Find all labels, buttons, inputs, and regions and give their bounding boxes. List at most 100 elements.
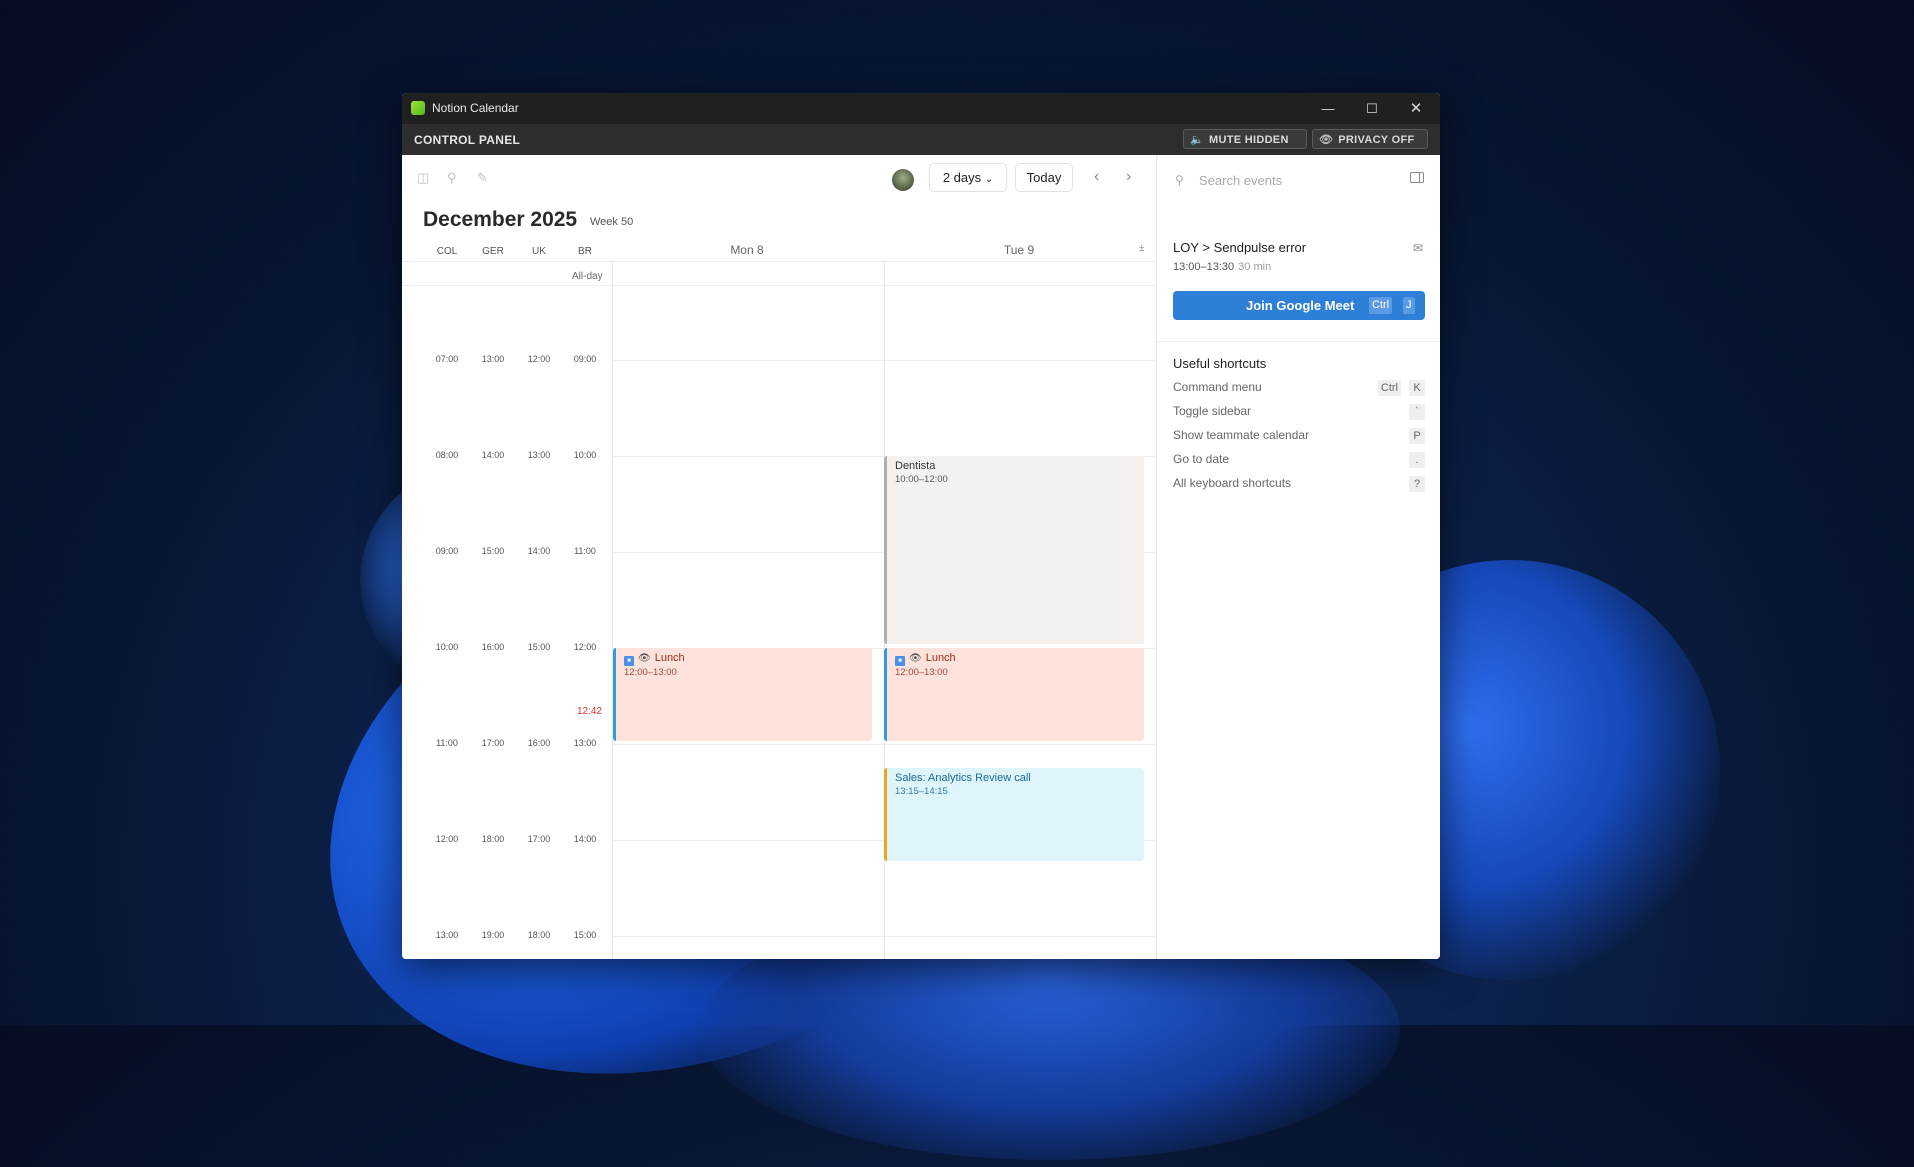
time-label: 14:00 [527, 546, 551, 556]
shortcut-row: Toggle sidebar ` [1173, 404, 1425, 422]
eye-icon: 👁 [638, 653, 651, 664]
time-label: 09:00 [435, 546, 459, 556]
kbd-key: K [1409, 380, 1425, 396]
today-button[interactable]: Today [1015, 163, 1073, 192]
event-dentista[interactable]: Dentista 10:00–12:00 [884, 456, 1144, 644]
event-title: Sales: Analytics Review call [895, 772, 1031, 784]
allday-label: All-day [572, 271, 603, 282]
time-label: 18:00 [527, 930, 551, 940]
shortcut-label: Toggle sidebar [1173, 404, 1252, 418]
join-google-meet-button[interactable]: Join Google Meet Ctrl J [1173, 291, 1425, 320]
calendar-icon: ■ [895, 656, 905, 666]
event-time: 12:00–13:00 [895, 667, 948, 678]
compose-icon[interactable]: ✎ [477, 170, 488, 186]
kbd-j: J [1403, 297, 1415, 314]
gutter-line [612, 261, 613, 959]
avatar[interactable] [892, 169, 914, 191]
time-label: 09:00 [573, 354, 597, 364]
range-label: 2 days [942, 170, 982, 185]
event-time: 13:15–14:15 [895, 786, 948, 797]
time-label: 13:00 [527, 450, 551, 460]
window-title: Notion Calendar [432, 101, 519, 115]
join-label: Join Google Meet [1246, 298, 1355, 313]
divider [402, 285, 1156, 286]
event-title: Dentista [895, 460, 936, 472]
time-label: 15:00 [527, 642, 551, 652]
chevron-down-icon: ⌄ [984, 174, 994, 185]
mute-hidden-label: MUTE HIDDEN [1209, 134, 1289, 146]
event-lunch-tue[interactable]: ■ 👁 Lunch 12:00–13:00 [884, 648, 1144, 741]
current-time-indicator: 12:42 [576, 706, 602, 717]
control-panel-title: CONTROL PANEL [414, 133, 521, 147]
app-window: Notion Calendar — ☐ ✕ CONTROL PANEL 🔈 MUT… [402, 93, 1440, 959]
event-sales-review[interactable]: Sales: Analytics Review call 13:15–14:15 [884, 768, 1144, 861]
chevron-left-icon[interactable]: ‹ [1094, 168, 1099, 186]
chevron-right-icon[interactable]: › [1126, 168, 1131, 186]
kbd-key: P [1409, 428, 1425, 444]
panel-toggle-icon[interactable] [1410, 172, 1424, 183]
mute-hidden-button[interactable]: 🔈 MUTE HIDDEN [1183, 129, 1307, 149]
eye-icon: 👁 [1319, 134, 1334, 146]
kbd-key: . [1409, 452, 1425, 468]
divider [402, 261, 1156, 262]
time-label: 07:00 [435, 354, 459, 364]
shortcut-row: Command menu Ctrl K [1173, 380, 1425, 398]
control-panel-bar: CONTROL PANEL 🔈 MUTE HIDDEN 👁 PRIVACY OFF [402, 124, 1440, 155]
event-lunch-mon[interactable]: ■ 👁 Lunch 12:00–13:00 [613, 648, 872, 741]
event-title: Lunch [654, 652, 685, 664]
month-title: December 2025 [423, 208, 578, 231]
shortcut-label: All keyboard shortcuts [1173, 476, 1292, 490]
shortcut-label: Go to date [1173, 452, 1230, 466]
day-header-tue[interactable]: Tue 9 [884, 243, 1154, 257]
time-label: 14:00 [573, 834, 597, 844]
search-icon[interactable]: ⚲ [447, 170, 457, 186]
event-time: 10:00–12:00 [895, 474, 948, 485]
time-label: 14:00 [481, 450, 505, 460]
event-time: 12:00–13:00 [624, 667, 677, 678]
time-label: 15:00 [481, 546, 505, 556]
speaker-icon: 🔈 [1190, 134, 1204, 146]
time-label: 13:00 [435, 930, 459, 940]
kbd-key: ? [1409, 476, 1425, 492]
time-label: 11:00 [436, 738, 458, 748]
close-icon[interactable]: ✕ [1394, 93, 1438, 124]
day-header-mon[interactable]: Mon 8 [612, 243, 882, 257]
time-label: 16:00 [527, 738, 551, 748]
event-title: Lunch [925, 652, 956, 664]
privacy-off-label: PRIVACY OFF [1338, 134, 1415, 146]
time-label: 12:00 [435, 834, 459, 844]
event-detail-range: 13:00–13:30 [1173, 261, 1235, 273]
time-label: 19:00 [481, 930, 505, 940]
tz-uk: UK [532, 246, 546, 257]
time-label: 11:00 [574, 546, 596, 556]
time-label: 13:00 [481, 354, 505, 364]
time-label: 17:00 [481, 738, 505, 748]
event-detail-duration: 30 min [1238, 261, 1272, 273]
time-label: 16:00 [481, 642, 505, 652]
time-label: 12:00 [527, 354, 551, 364]
range-dropdown[interactable]: 2 days ⌄ [929, 163, 1007, 192]
time-label: 13:00 [573, 738, 597, 748]
tz-ger: GER [482, 246, 504, 257]
week-label: Week 50 [590, 216, 634, 228]
tz-br: BR [578, 246, 592, 257]
divider [1157, 341, 1440, 342]
kbd-ctrl: Ctrl [1369, 297, 1393, 314]
eye-icon: 👁 [909, 653, 922, 664]
kbd-key: Ctrl [1377, 380, 1401, 396]
privacy-off-button[interactable]: 👁 PRIVACY OFF [1312, 129, 1428, 149]
maximize-icon[interactable]: ☐ [1350, 93, 1394, 124]
mail-icon[interactable]: ✉ [1413, 241, 1423, 255]
collapse-icon[interactable]: ± [1139, 243, 1145, 254]
hour-line [612, 744, 1156, 745]
minimize-icon[interactable]: — [1306, 93, 1350, 124]
time-label: 08:00 [435, 450, 459, 460]
search-events-input[interactable]: Search events [1199, 173, 1282, 188]
time-label: 12:00 [573, 642, 597, 652]
search-icon: ⚲ [1175, 173, 1184, 187]
time-label: 15:00 [573, 930, 597, 940]
time-label: 10:00 [573, 450, 597, 460]
sidebar-toggle-icon[interactable]: ◫ [417, 170, 429, 186]
tz-col: COL [436, 246, 458, 257]
hour-line [612, 360, 1156, 361]
